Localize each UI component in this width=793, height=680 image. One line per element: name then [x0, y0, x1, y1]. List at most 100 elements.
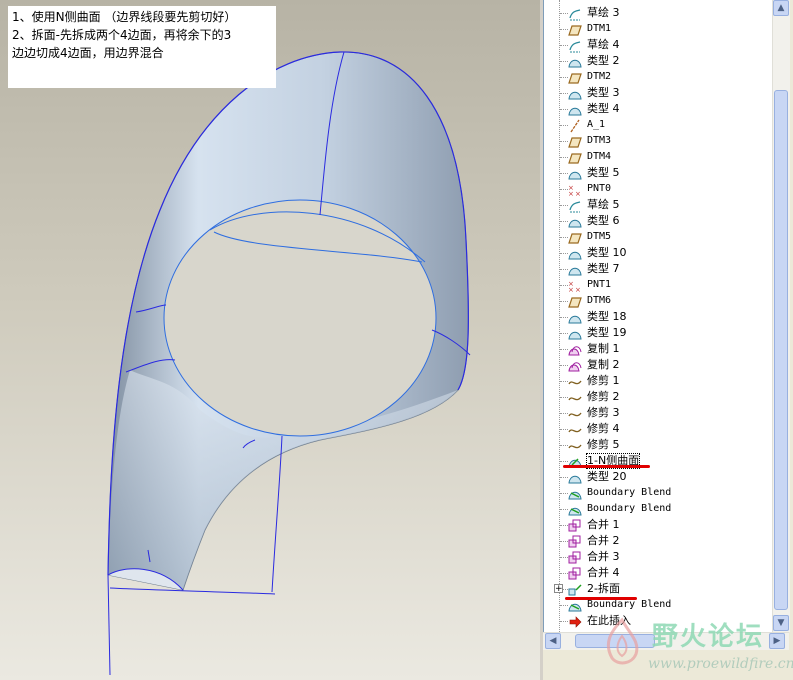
highlight-underline-split	[565, 597, 637, 600]
tree-item-label: 类型 6	[587, 214, 620, 227]
tree-item-label: DTM3	[587, 135, 612, 146]
tree-item[interactable]: 修剪 5	[544, 437, 772, 453]
tree-item[interactable]: 草绘 5	[544, 197, 772, 213]
tree-item[interactable]: 修剪 2	[544, 389, 772, 405]
tree-item[interactable]: 类型 10	[544, 245, 772, 261]
tree-expand-toggle[interactable]: +	[554, 584, 563, 594]
datum-plane-icon	[568, 134, 582, 148]
datum-point-icon: × × ×	[568, 182, 582, 198]
sketch-icon	[568, 6, 582, 21]
tree-item-label: 草绘 5	[587, 198, 620, 211]
note-line-3: 边边切成4边面，用边界混合	[12, 46, 164, 60]
vertical-scroll-thumb[interactable]	[774, 90, 788, 610]
tree-connector	[560, 77, 568, 78]
tree-item[interactable]: 类型 20	[544, 469, 772, 485]
tree-item[interactable]: 复制 2	[544, 357, 772, 373]
tree-item[interactable]: DTM2	[544, 69, 772, 85]
tree-item-label: DTM6	[587, 295, 612, 306]
tree-item[interactable]: DTM1	[544, 21, 772, 37]
tree-item-label: 2-拆面	[587, 582, 620, 595]
tree-connector	[560, 477, 568, 478]
horizontal-scrollbar[interactable]: ◀ ▶	[543, 632, 789, 650]
tree-item-label: Boundary Blend	[587, 487, 672, 498]
tree-item[interactable]: 在此插入	[544, 613, 772, 629]
tree-item[interactable]: 类型 6	[544, 213, 772, 229]
tree-item-label: Boundary Blend	[587, 599, 672, 610]
svg-text:×: ×	[575, 190, 581, 197]
tree-item[interactable]: Boundary Blend	[544, 485, 772, 501]
model-tree-panel: 草绘 3 DTM1 草绘 4 类型 2 DTM2 类型 3 类型 4 A_1 DTM3 DTM4 类…	[543, 0, 793, 680]
tree-item[interactable]: 类型 5	[544, 165, 772, 181]
merge-icon	[568, 550, 582, 564]
tree-item[interactable]: 合并 1	[544, 517, 772, 533]
tree-item[interactable]: 类型 19	[544, 325, 772, 341]
tree-connector	[560, 557, 568, 558]
tree-item[interactable]: DTM4	[544, 149, 772, 165]
tree-item-label: 修剪 2	[587, 390, 620, 403]
tree-item[interactable]: Boundary Blend	[544, 501, 772, 517]
tree-item-label: 草绘 3	[587, 6, 620, 19]
tree-item[interactable]: 修剪 4	[544, 421, 772, 437]
tree-item[interactable]: +2-拆面	[544, 581, 772, 597]
model-tree[interactable]: 草绘 3 DTM1 草绘 4 类型 2 DTM2 类型 3 类型 4 A_1 DTM3 DTM4 类…	[543, 0, 772, 632]
tree-item-label: 类型 19	[587, 326, 627, 339]
tree-item[interactable]: DTM5	[544, 229, 772, 245]
tree-item-label: 类型 18	[587, 310, 627, 323]
tree-item[interactable]: 草绘 3	[544, 5, 772, 21]
instruction-note: 1、使用N侧曲面 （边界线段要先剪切好） 2、拆面-先拆成两个4边面，再将余下的…	[8, 6, 276, 88]
surface-icon	[568, 470, 582, 484]
trim-icon	[568, 374, 582, 388]
surface-icon	[568, 214, 582, 228]
datum-plane-icon	[568, 150, 582, 164]
tree-item[interactable]: 类型 18	[544, 309, 772, 325]
scroll-left-button[interactable]: ◀	[545, 633, 561, 649]
tree-item[interactable]: 类型 4	[544, 101, 772, 117]
scroll-right-button[interactable]: ▶	[769, 633, 785, 649]
tree-item[interactable]: 修剪 1	[544, 373, 772, 389]
tree-item[interactable]: 合并 3	[544, 549, 772, 565]
tree-connector	[560, 413, 568, 414]
boundary-blend-icon	[568, 486, 582, 500]
tree-item[interactable]: DTM6	[544, 293, 772, 309]
tree-connector	[560, 93, 568, 94]
tree-item[interactable]: DTM3	[544, 133, 772, 149]
tree-item-label: Boundary Blend	[587, 503, 672, 514]
tree-item[interactable]: 类型 7	[544, 261, 772, 277]
tree-item-label: 合并 3	[587, 550, 620, 563]
tree-connector	[560, 301, 568, 302]
note-line-1: 1、使用N侧曲面 （边界线段要先剪切好）	[12, 10, 237, 24]
tree-item[interactable]: 合并 2	[544, 533, 772, 549]
tree-item[interactable]: 复制 1	[544, 341, 772, 357]
vertical-scrollbar[interactable]: ▲ ▼	[772, 0, 790, 632]
tree-item[interactable]: 合并 4	[544, 565, 772, 581]
tree-item-label: 合并 4	[587, 566, 620, 579]
tree-item-label: 复制 2	[587, 358, 620, 371]
3d-viewport[interactable]: 1、使用N侧曲面 （边界线段要先剪切好） 2、拆面-先拆成两个4边面，再将余下的…	[0, 0, 540, 680]
tree-item[interactable]: A_1	[544, 117, 772, 133]
panel-bottom-bar	[543, 650, 793, 680]
tree-connector	[560, 541, 568, 542]
tree-item-label: A_1	[587, 119, 606, 130]
tree-item[interactable]: 修剪 3	[544, 405, 772, 421]
trim-icon	[568, 422, 582, 436]
tree-item[interactable]: 类型 3	[544, 85, 772, 101]
tree-item[interactable]: × × × PNT1	[544, 277, 772, 294]
tree-item[interactable]: 类型 2	[544, 53, 772, 69]
tree-item[interactable]: × × × PNT0	[544, 181, 772, 198]
scroll-down-button[interactable]: ▼	[773, 615, 789, 631]
surface-icon	[568, 86, 582, 100]
tree-item-label: 修剪 4	[587, 422, 620, 435]
tree-item[interactable]: 草绘 4	[544, 37, 772, 53]
scroll-up-button[interactable]: ▲	[773, 0, 789, 16]
surface-icon	[568, 102, 582, 116]
model-surface-graphic	[107, 51, 471, 676]
tree-connector	[560, 29, 568, 30]
tree-connector	[560, 525, 568, 526]
merge-icon	[568, 566, 582, 580]
horizontal-scroll-thumb[interactable]	[575, 634, 655, 648]
datum-plane-icon	[568, 22, 582, 36]
surface-icon	[568, 262, 582, 276]
tree-connector	[560, 349, 568, 350]
datum-plane-icon	[568, 230, 582, 244]
tree-item-label: 类型 4	[587, 102, 620, 115]
